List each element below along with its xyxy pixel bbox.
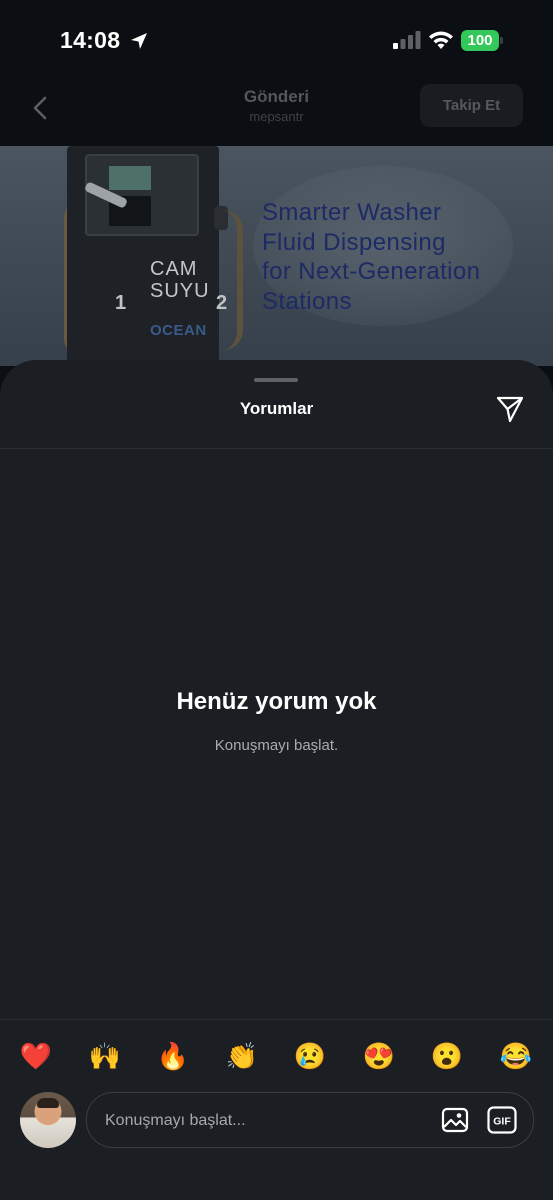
comment-composer[interactable]: GIF [86, 1092, 534, 1149]
comments-sheet: Yorumlar Henüz yorum yok Konuşmayı başla… [0, 360, 553, 1200]
comments-title: Yorumlar [239, 399, 314, 418]
location-arrow-icon [131, 33, 147, 49]
emoji-surprised[interactable]: 😮 [427, 1038, 467, 1074]
empty-state-subtitle: Konuşmayı başlat. [214, 737, 339, 754]
gif-label: GIF [493, 1116, 511, 1128]
photo-gallery-icon[interactable] [441, 1106, 469, 1134]
divider [0, 448, 553, 449]
cellular-signal-icon [393, 31, 421, 49]
share-send-icon[interactable] [495, 394, 525, 424]
battery-icon: 100 [461, 30, 503, 51]
hose-right [217, 210, 243, 350]
emoji-fire[interactable]: 🔥 [153, 1038, 193, 1074]
wifi-icon [429, 31, 453, 49]
post-header: Gönderi mepsantr Takip Et [0, 80, 553, 146]
empty-state-title: Henüz yorum yok [176, 688, 377, 715]
post-image: CAM SUYU 1 2 OCEAN Smarter Washer Fluid … [0, 146, 553, 366]
headline-line: Smarter Washer [262, 199, 442, 226]
pump-number-right: 2 [216, 292, 228, 314]
emoji-clapping[interactable]: 👏 [222, 1038, 262, 1074]
pump-brand-logo: OCEAN [150, 322, 207, 339]
emoji-heart-eyes[interactable]: 😍 [359, 1038, 399, 1074]
emoji-laughing[interactable]: 😂 [496, 1038, 536, 1074]
emoji-heart[interactable]: ❤️ [16, 1038, 56, 1074]
divider [0, 1019, 553, 1020]
battery-percent: 100 [467, 32, 493, 49]
gif-icon[interactable]: GIF [487, 1106, 517, 1134]
follow-button[interactable]: Takip Et [420, 84, 523, 127]
headline-line: for Next-Generation [262, 258, 481, 285]
headline-line: Stations [262, 287, 352, 315]
headline-line: Fluid Dispensing [262, 228, 446, 256]
sheet-grabber[interactable] [254, 378, 298, 382]
comment-input[interactable] [103, 1093, 427, 1149]
pump-label-line1: CAM [150, 258, 198, 280]
emoji-crying[interactable]: 😢 [290, 1038, 330, 1074]
post-headline: Smarter Washer Fluid Dispensing for Next… [262, 198, 480, 316]
pump-number-left: 1 [115, 292, 127, 314]
status-bar: 14:08 100 [0, 0, 553, 80]
emoji-raised-hands[interactable]: 🙌 [85, 1038, 125, 1074]
pump-label-line2: SUYU [150, 280, 210, 302]
quick-emoji-bar: ❤️ 🙌 🔥 👏 😢 😍 😮 😂 [0, 1038, 553, 1074]
status-time: 14:08 [60, 27, 121, 53]
user-avatar[interactable] [20, 1092, 76, 1148]
